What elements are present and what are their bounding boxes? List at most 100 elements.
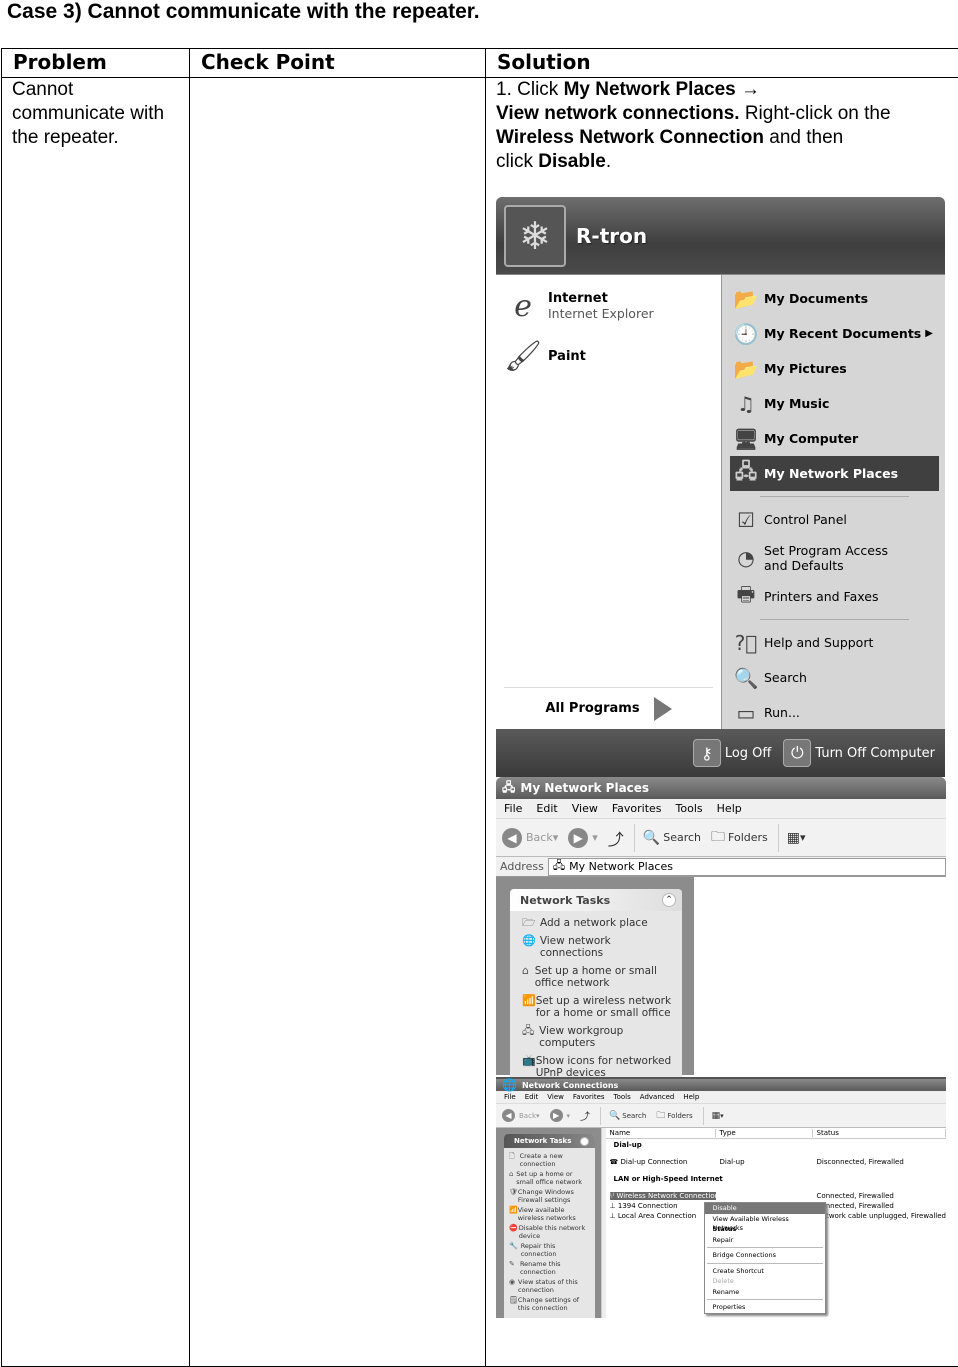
divider [760, 496, 909, 497]
task-disable-device[interactable]: ⛔ Disable this network device [509, 1224, 592, 1240]
collapse-chevron-icon[interactable]: ⌃ [662, 893, 676, 907]
menu-item-run[interactable]: ▭ Run... [730, 695, 939, 730]
address-label: Address [500, 860, 544, 873]
menu-item-control-panel[interactable]: ☑ Control Panel [730, 502, 939, 537]
search-button[interactable]: 🔍 Search [609, 1111, 646, 1121]
pinned-paint[interactable]: 🖌 Paint [496, 331, 721, 381]
address-input[interactable]: 🖧 My Network Places [547, 857, 946, 876]
back-label: Back [519, 1111, 536, 1120]
connection-row[interactable]: ☎ Dial-up Connection Dial-up Disconnecte… [606, 1157, 946, 1167]
context-repair[interactable]: Repair [705, 1235, 825, 1246]
divider [777, 823, 779, 852]
task-home-network[interactable]: ⌂ Set up a home or small office network [522, 965, 676, 990]
step-disable: Disable [538, 151, 606, 172]
printer-icon: 🖶 [736, 581, 756, 606]
views-button[interactable]: ▦ ▾ [787, 830, 806, 846]
menu-view[interactable]: View [547, 1093, 564, 1101]
forward-button[interactable]: ▶ ▾ [549, 1109, 570, 1122]
task-repair-connection[interactable]: 🔧 Repair this connection [509, 1242, 592, 1258]
menu-item-my-documents[interactable]: 📂 My Documents [730, 281, 939, 316]
task-change-settings[interactable]: 🗒 Change settings of this connection [509, 1296, 592, 1312]
menu-file[interactable]: File [504, 802, 522, 815]
menu-advanced[interactable]: Advanced [640, 1093, 675, 1101]
address-bar: Address 🖧 My Network Places [496, 857, 946, 877]
folders-button[interactable]: 🗀 Folders [711, 826, 768, 850]
task-view-wireless[interactable]: 📶 View available wireless networks [509, 1206, 592, 1222]
column-headers: Name Type Status [605, 1128, 946, 1139]
menu-item-printers[interactable]: 🖶 Printers and Faxes [730, 579, 939, 614]
menu-item-recent-documents[interactable]: 🕘 My Recent Documents ▶ [730, 316, 939, 351]
menu-favorites[interactable]: Favorites [612, 802, 662, 815]
menu-favorites[interactable]: Favorites [573, 1093, 605, 1101]
menu-label: My Pictures [764, 361, 847, 376]
connection-row-wireless[interactable]: ⁽ᵢ⁾ Wireless Network Connection Connecte… [606, 1191, 946, 1201]
pinned-internet[interactable]: ℯ Internet Internet Explorer [496, 281, 721, 331]
task-create-connection[interactable]: 🗋 Create a new connection [509, 1152, 592, 1168]
menu-edit[interactable]: Edit [525, 1093, 539, 1101]
back-button[interactable]: ◀ Back ▾ [502, 827, 558, 848]
menu-view[interactable]: View [572, 802, 598, 815]
column-status[interactable]: Status [813, 1129, 946, 1137]
header-solution: Solution [485, 48, 958, 78]
task-view-status[interactable]: ◉ View status of this connection [509, 1278, 592, 1294]
task-rename-connection[interactable]: ✎ Rename this connection [509, 1260, 592, 1276]
collapse-chevron-icon[interactable]: ⌃ [579, 1136, 589, 1146]
log-off-button[interactable]: ⚷ Log Off [692, 739, 771, 767]
menu-item-my-network-places[interactable]: 🖧 My Network Places [730, 456, 939, 491]
my-network-places-window: 🖧 My Network Places File Edit View Favori… [496, 777, 946, 1077]
repair-icon: 🔧 [509, 1242, 518, 1250]
up-folder-button[interactable]: ⤴ [608, 826, 624, 850]
back-button[interactable]: ◀ Back ▾ [502, 1109, 540, 1122]
my-music-icon: ♫ [737, 391, 755, 416]
start-menu: ❄ R-tron ℯ Internet Internet Explorer 🖌 P… [496, 197, 945, 777]
menu-item-my-music[interactable]: ♫ My Music [730, 386, 939, 421]
task-pane: Network Tasks ⌃ 🗋 Create a new connection … [496, 1128, 601, 1318]
task-view-network-connections[interactable]: 🌐 View network connections [522, 935, 676, 960]
menu-item-help[interactable]: ?⃝ Help and Support [730, 625, 939, 660]
arrow: → [735, 79, 760, 100]
column-type[interactable]: Type [716, 1129, 813, 1137]
task-workgroup-computers[interactable]: 🖧 View workgroup computers [522, 1025, 676, 1050]
problem-text: Cannot communicate with the repeater. [12, 79, 165, 148]
menu-item-my-computer[interactable]: 🖥 My Computer [730, 421, 939, 456]
menu-tools[interactable]: Tools [614, 1093, 631, 1101]
column-name[interactable]: Name [606, 1129, 716, 1137]
task-pane: Network Tasks ⌃ 🗁 Add a network place 🌐 Vie… [496, 877, 694, 1078]
task-firewall-settings[interactable]: 🛡 Change Windows Firewall settings [509, 1188, 592, 1204]
menu-file[interactable]: File [504, 1093, 516, 1101]
folders-button[interactable]: 🗀 Folders [656, 1108, 692, 1124]
context-menu: Disable View Available Wireless Networks… [703, 1202, 826, 1314]
context-disable[interactable]: Disable [704, 1203, 825, 1214]
divider [702, 1106, 704, 1125]
all-programs-button[interactable]: All Programs [504, 687, 713, 729]
turn-off-button[interactable]: ⏻ Turn Off Computer [783, 739, 935, 767]
context-view-wireless[interactable]: View Available Wireless Networks [705, 1214, 825, 1232]
rename-icon: ✎ [509, 1260, 515, 1268]
views-icon: ▦ [786, 829, 800, 846]
paint-icon: 🖌 [503, 338, 543, 374]
context-properties[interactable]: Properties [705, 1302, 825, 1313]
menu-edit[interactable]: Edit [536, 802, 557, 815]
context-bridge[interactable]: Bridge Connections [705, 1250, 825, 1261]
menu-item-program-access[interactable]: ◔ Set Program Access and Defaults [730, 537, 939, 579]
menu-bar: File Edit View Favorites Tools Advanced … [496, 1091, 946, 1104]
forward-button[interactable]: ▶ ▾ [568, 827, 598, 848]
group-lan: LAN or High-Speed Internet [613, 1175, 723, 1183]
task-add-network-place[interactable]: 🗁 Add a network place [522, 917, 676, 930]
menu-item-my-pictures[interactable]: 📂 My Pictures [730, 351, 939, 386]
views-button[interactable]: ▦ ▾ [712, 1111, 724, 1121]
task-wireless-network[interactable]: 📶 Set up a wireless network for a home or… [522, 995, 676, 1020]
context-rename[interactable]: Rename [705, 1287, 825, 1298]
search-button[interactable]: 🔍 Search [643, 830, 701, 846]
up-folder-button[interactable]: ⤴ [580, 1108, 590, 1123]
menu-help[interactable]: Help [717, 802, 742, 815]
context-create-shortcut[interactable]: Create Shortcut [705, 1266, 825, 1277]
context-status[interactable]: Status [705, 1224, 825, 1235]
menu-help[interactable]: Help [683, 1093, 699, 1101]
menu-item-search[interactable]: 🔍 Search [730, 660, 939, 695]
connection-type [716, 1191, 813, 1201]
task-home-network[interactable]: ⌂ Set up a home or small office network [509, 1170, 592, 1186]
task-upnp-devices[interactable]: 📺 Show icons for networked UPnP devices [522, 1055, 676, 1078]
menu-tools[interactable]: Tools [676, 802, 703, 815]
user-avatar-snowflake-icon: ❄ [504, 204, 566, 267]
